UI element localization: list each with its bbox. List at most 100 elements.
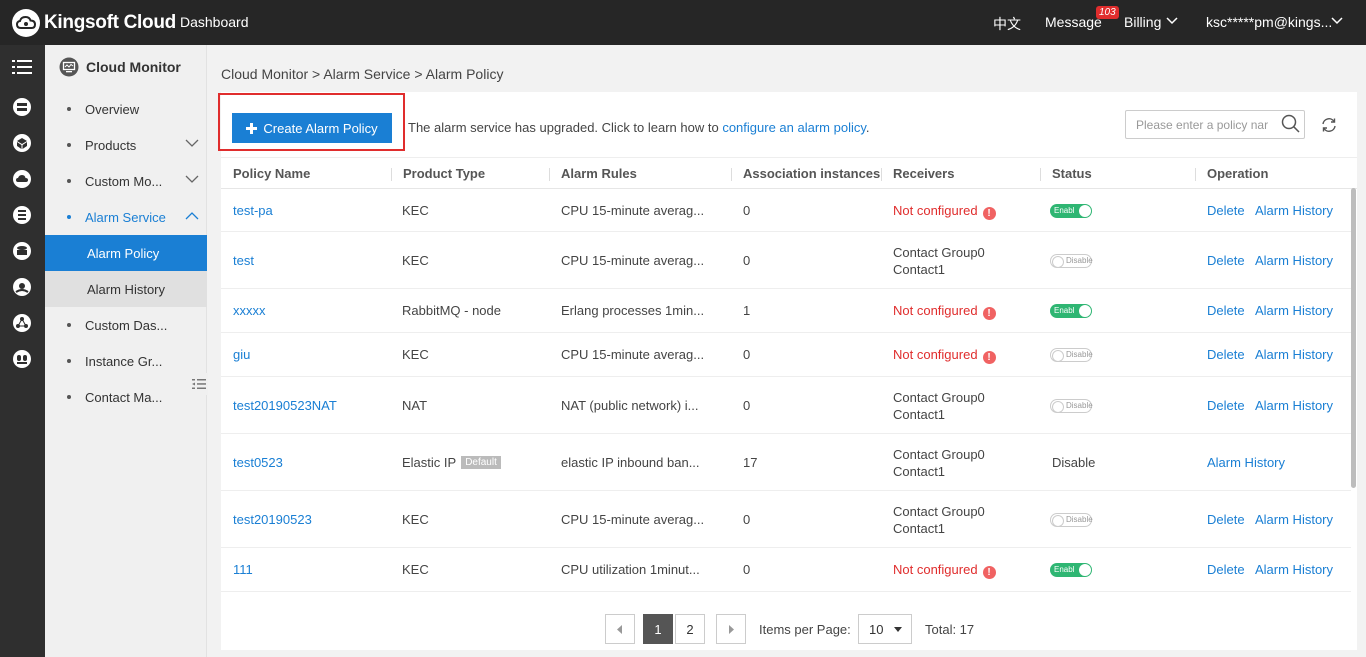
- product-type: KEC: [402, 562, 429, 577]
- policy-name-link[interactable]: giu: [233, 347, 250, 362]
- nav-label: Products: [85, 137, 137, 153]
- table-scrollbar[interactable]: [1351, 188, 1356, 488]
- icon-rail: [0, 45, 45, 657]
- search-icon[interactable]: [1281, 114, 1301, 134]
- next-page-button[interactable]: [716, 614, 746, 644]
- column-divider: [1195, 168, 1196, 181]
- items-per-page-label: Items per Page:: [759, 622, 851, 637]
- page-1-button[interactable]: 1: [643, 614, 673, 644]
- globe-icon[interactable]: [12, 277, 32, 297]
- status-toggle-disabled[interactable]: Disable: [1050, 348, 1093, 362]
- collapse-sidebar-button[interactable]: [190, 373, 208, 395]
- warning-icon: !: [982, 566, 996, 579]
- nav-item-custom-dashboard[interactable]: Custom Das...: [45, 307, 207, 343]
- col-receivers[interactable]: Receivers: [893, 166, 954, 181]
- col-policy-name[interactable]: Policy Name: [233, 166, 310, 181]
- alarm-history-link[interactable]: Alarm History: [1255, 562, 1333, 577]
- status-toggle-enabled[interactable]: Enabl: [1050, 563, 1092, 577]
- alarm-history-link[interactable]: Alarm History: [1207, 455, 1285, 470]
- message-link[interactable]: Message: [1045, 14, 1102, 30]
- dashboard-link[interactable]: Dashboard: [180, 14, 249, 30]
- network-icon[interactable]: [12, 313, 32, 333]
- status-toggle-disabled[interactable]: Disable: [1050, 253, 1093, 268]
- alarm-history-link[interactable]: Alarm History: [1255, 203, 1333, 218]
- nav-sub-alarm-policy[interactable]: Alarm Policy: [45, 235, 207, 271]
- receivers-text: Not configured: [893, 202, 978, 218]
- product-type-text: NAT: [402, 397, 428, 413]
- product-type-text: KEC: [402, 252, 429, 268]
- user-menu[interactable]: ksc*****pm@kings...: [1206, 14, 1332, 30]
- nav-item-custom-monitor[interactable]: Custom Mo...: [45, 163, 207, 199]
- product-type: KEC: [402, 512, 429, 527]
- col-alarm-rules[interactable]: Alarm Rules: [561, 166, 637, 181]
- policy-search-input[interactable]: [1125, 110, 1305, 139]
- total-count: Total: 17: [925, 622, 975, 637]
- alarm-history-link[interactable]: Alarm History: [1255, 253, 1333, 268]
- col-product-type[interactable]: Product Type: [403, 166, 485, 181]
- receivers-text: Not configured: [893, 562, 978, 577]
- page-2-button[interactable]: 2: [675, 614, 705, 644]
- database-icon[interactable]: [12, 205, 32, 225]
- policy-name-link[interactable]: test20190523: [233, 512, 312, 527]
- notice-end: .: [865, 120, 870, 135]
- policy-name-link[interactable]: test20190523NAT: [233, 398, 337, 413]
- col-operation[interactable]: Operation: [1207, 166, 1268, 181]
- delete-link[interactable]: Delete: [1207, 347, 1245, 362]
- group-icon[interactable]: [12, 349, 32, 369]
- bullet-icon: [67, 359, 71, 363]
- bullet-icon: [67, 107, 71, 111]
- table-header: Policy Name Product Type Alarm Rules Ass…: [221, 157, 1357, 189]
- delete-link[interactable]: Delete: [1207, 512, 1245, 527]
- language-switch[interactable]: 中文: [993, 14, 1021, 34]
- product-type: KEC: [402, 203, 429, 218]
- delete-link[interactable]: Delete: [1207, 562, 1245, 577]
- col-association-instances[interactable]: Association instances: [743, 166, 880, 181]
- cube-icon[interactable]: [12, 133, 32, 153]
- status-toggle-enabled[interactable]: Enabl: [1050, 203, 1092, 218]
- create-button-label: Create Alarm Policy: [263, 120, 378, 136]
- policy-name-link[interactable]: test0523: [233, 455, 283, 470]
- policy-name-link[interactable]: 111: [233, 562, 253, 577]
- policy-name-link[interactable]: test-pa: [233, 203, 273, 218]
- menu-icon[interactable]: [12, 57, 32, 77]
- nav-item-instance-group[interactable]: Instance Gr...: [45, 343, 207, 379]
- caret-down-icon: [894, 627, 902, 632]
- delete-link[interactable]: Delete: [1207, 203, 1245, 218]
- nav-sub-alarm-history[interactable]: Alarm History: [45, 271, 207, 307]
- col-status[interactable]: Status: [1052, 166, 1092, 181]
- status-toggle-enabled[interactable]: Enabl: [1050, 304, 1092, 318]
- brand-logo[interactable]: Kingsoft Cloud: [12, 9, 176, 37]
- nav-item-alarm-service[interactable]: Alarm Service: [45, 199, 207, 235]
- cloud-icon[interactable]: [12, 169, 32, 189]
- status-toggle-disabled[interactable]: Disable: [1050, 512, 1093, 527]
- billing-menu[interactable]: Billing: [1124, 14, 1161, 30]
- nav-item-overview[interactable]: Overview: [45, 91, 207, 127]
- delete-link[interactable]: Delete: [1207, 398, 1245, 413]
- alarm-rules: elastic IP inbound ban...: [561, 454, 700, 470]
- policy-name-link[interactable]: test: [233, 253, 254, 268]
- bullet-icon: [67, 323, 71, 327]
- table-row: test20190523NAT NAT NAT (public network) i…: [221, 377, 1351, 434]
- nav-item-products[interactable]: Products: [45, 127, 207, 163]
- nav-item-contact-management[interactable]: Contact Ma...: [45, 379, 207, 415]
- delete-link[interactable]: Delete: [1207, 253, 1245, 268]
- refresh-icon[interactable]: [1320, 116, 1338, 134]
- subnav-title-text: Cloud Monitor: [86, 59, 181, 75]
- product-type: NAT: [402, 398, 427, 413]
- configure-policy-link[interactable]: configure an alarm policy: [722, 120, 866, 135]
- server-icon[interactable]: [12, 97, 32, 117]
- alarm-history-link[interactable]: Alarm History: [1255, 512, 1333, 527]
- message-count-badge: 103: [1096, 6, 1119, 19]
- alarm-history-link[interactable]: Alarm History: [1255, 303, 1333, 318]
- prev-page-button[interactable]: [605, 614, 635, 644]
- delete-link[interactable]: Delete: [1207, 303, 1245, 318]
- association-instances: 0: [743, 562, 751, 577]
- alarm-history-link[interactable]: Alarm History: [1255, 347, 1333, 362]
- alarm-history-link[interactable]: Alarm History: [1255, 398, 1333, 413]
- page-size-select[interactable]: 10: [858, 614, 912, 644]
- create-alarm-policy-button[interactable]: Create Alarm Policy: [232, 113, 392, 143]
- storage-icon[interactable]: [12, 241, 32, 261]
- table-row: giu KEC CPU 15-minute averag... 0 Not config…: [221, 333, 1351, 377]
- policy-name-link[interactable]: xxxxx: [233, 303, 266, 318]
- status-toggle-disabled[interactable]: Disable: [1050, 398, 1093, 413]
